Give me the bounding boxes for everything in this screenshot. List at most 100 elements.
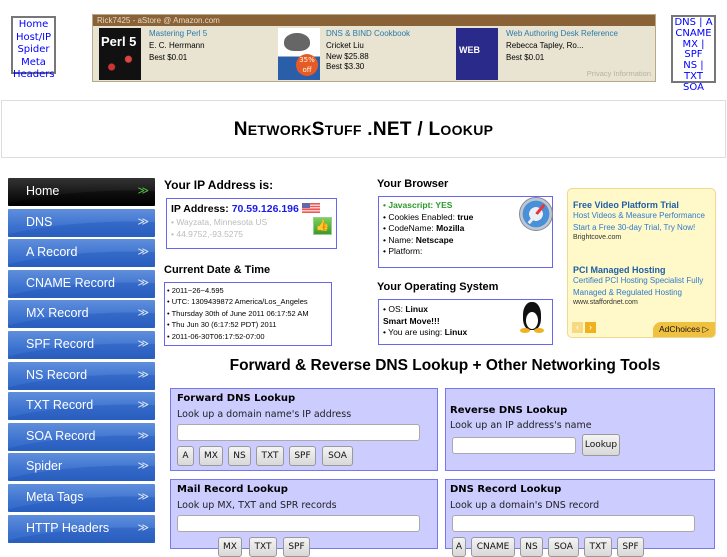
chevron-right-icon: ≫ [137,399,149,412]
forward-mx-button[interactable]: MX [199,446,223,466]
forward-txt-button[interactable]: TXT [256,446,284,466]
book-cover-text: Perl 5 [101,34,137,49]
os-heading: Your Operating System [377,281,499,293]
sidebar-item-dns[interactable]: DNS ≫ [8,208,155,237]
quick-link-hostip[interactable]: Host/IP [13,32,54,45]
dns-record-input[interactable] [452,515,695,532]
book-price-new: New $25.88 [326,52,369,61]
sidebar-item-soa-record[interactable]: SOA Record ≫ [8,422,155,451]
dnsrec-ns-button[interactable]: NS [520,537,543,557]
sidebar-item-label: Meta Tags [26,489,84,504]
browser-info-box: • Javascript: YES • Cookies Enabled: tru… [378,196,553,268]
astore-header[interactable]: Rick7425 - aStore @ Amazon.com [93,15,655,26]
quick-link-home[interactable]: Home [13,19,54,32]
datetime-box: • 2011~26~4.595 • UTC: 1309439872 Americ… [164,282,332,346]
chevron-right-icon: ≫ [137,246,149,259]
using-label: • You are using: [383,327,445,337]
datetime-line: • Thursday 30th of June 2011 06:17:52 AM [167,308,309,318]
compass-needle [527,203,546,225]
ip-info-box: IP Address: 70.59.126.196 • Wayzata, Min… [166,198,337,249]
ad-next-button[interactable]: › [585,322,596,333]
sidebar-item-spf-record[interactable]: SPF Record ≫ [8,330,155,359]
ad-url[interactable]: www.staffordnet.com [573,299,718,306]
dnsrec-a-button[interactable]: A [452,537,466,557]
reverse-dns-description: Look up an IP address's name [450,420,592,431]
ip-coordinates: • 44.9752,-93.5275 [171,228,243,239]
ad-title[interactable]: PCI Managed Hosting [573,265,718,275]
ad-title[interactable]: Free Video Platform Trial [573,200,718,210]
forward-dns-lookup-panel: Forward DNS Lookup Look up a domain name… [170,388,438,471]
browser-name-label: • Name: [383,234,416,245]
flag-canton [301,203,310,208]
ad-item[interactable]: Free Video Platform Trial Host Videos & … [573,200,718,241]
sidebar-item-http-headers[interactable]: HTTP Headers ≫ [8,514,155,543]
os-value: Linux [405,304,429,314]
title-part: OOKUP [440,122,494,138]
privacy-information-link[interactable]: Privacy Information [587,69,651,78]
reverse-dns-input[interactable] [452,437,576,454]
tux-foot [534,328,544,333]
ip-value: 70.59.126.196 [231,203,299,215]
forward-soa-button[interactable]: SOA [322,446,353,466]
datetime-heading: Current Date & Time [164,264,271,276]
quick-link-meta[interactable]: Meta [13,57,54,70]
sidebar-item-a-record[interactable]: A Record ≫ [8,239,155,268]
sidebar-nav: Home ≫ DNS ≫ A Record ≫ CNAME Record ≫ MX Re… [8,178,155,545]
forward-ns-button[interactable]: NS [228,446,251,466]
tux-belly [526,312,538,329]
sidebar-item-label: NS Record [26,367,88,382]
book-title[interactable]: Mastering Perl 5 [149,28,207,40]
ip-line: IP Address: 70.59.126.196 [171,203,336,215]
dnsrec-cname-button[interactable]: CNAME [471,537,515,557]
reverse-lookup-button[interactable]: Lookup [582,434,620,456]
sidebar-item-mx-record[interactable]: MX Record ≫ [8,300,155,329]
book-cover-image[interactable]: Perl 5 [99,28,141,80]
book-title[interactable]: DNS & BIND Cookbook [326,28,410,40]
mail-record-input[interactable] [177,515,420,532]
book-price-best: Best $3.30 [326,62,365,71]
forward-a-button[interactable]: A [177,446,194,466]
sidebar-item-cname-record[interactable]: CNAME Record ≫ [8,269,155,298]
dns-record-title: DNS Record Lookup [450,484,562,495]
codename-value: Mozilla [436,223,465,233]
forward-spf-button[interactable]: SPF [289,446,316,466]
forward-dns-description: Look up a domain name's IP address [177,409,352,420]
quick-link-soa[interactable]: SOA [673,82,714,94]
sidebar-item-spider[interactable]: Spider ≫ [8,453,155,482]
quick-link-cname[interactable]: CNAME [673,28,714,40]
dnsrec-txt-button[interactable]: TXT [584,537,612,557]
book-price: Best $0.01 [506,53,545,62]
sidebar-item-label: TXT Record [26,398,94,413]
forward-dns-input[interactable] [177,424,420,441]
sidebar-item-meta-tags[interactable]: Meta Tags ≫ [8,483,155,512]
ad-panel: Free Video Platform Trial Host Videos & … [567,188,716,338]
quick-link-ns-txt[interactable]: NS | TXT [673,60,714,83]
ad-url[interactable]: Brightcove.com [573,234,718,241]
thumbs-up-icon[interactable]: 👍 [313,217,332,235]
adchoices-icon: ▷ [702,324,710,334]
ip-location: • Wayzata, Minnesota US [171,217,268,227]
mail-mx-button[interactable]: MX [218,537,242,557]
ad-prev-button[interactable]: ‹ [572,322,583,333]
dnsrec-soa-button[interactable]: SOA [548,537,579,557]
datetime-line: • Thu Jun 30 (6:17:52 PDT) 2011 [167,320,277,330]
book-title[interactable]: Web Authoring Desk Reference [506,28,618,40]
book-cover-image[interactable]: WEB [456,28,498,80]
ad-item[interactable]: PCI Managed Hosting Certified PCI Hostin… [573,265,718,306]
quick-link-spider[interactable]: Spider [13,44,54,57]
sidebar-item-txt-record[interactable]: TXT Record ≫ [8,392,155,421]
chevron-right-icon: ≫ [137,490,149,503]
cookies-label: • Cookies Enabled: [383,211,458,222]
dnsrec-spf-button[interactable]: SPF [617,537,644,557]
dns-record-lookup-panel: DNS Record Lookup Look up a domain's DNS… [445,479,715,557]
sidebar-item-home[interactable]: Home ≫ [8,178,155,206]
sidebar-item-ns-record[interactable]: NS Record ≫ [8,361,155,390]
chevron-right-icon: ≫ [137,460,149,473]
book-cover-image[interactable]: 35% off [278,28,320,80]
mail-spf-button[interactable]: SPF [283,537,310,557]
quick-link-headers[interactable]: Headers [13,69,55,82]
site-title[interactable]: NETWORKSTUFF .NET / LOOKUP [234,119,494,140]
adchoices-badge[interactable]: AdChoices ▷ [653,322,715,337]
mail-txt-button[interactable]: TXT [249,537,277,557]
site-title-banner: NETWORKSTUFF .NET / LOOKUP [1,100,726,158]
